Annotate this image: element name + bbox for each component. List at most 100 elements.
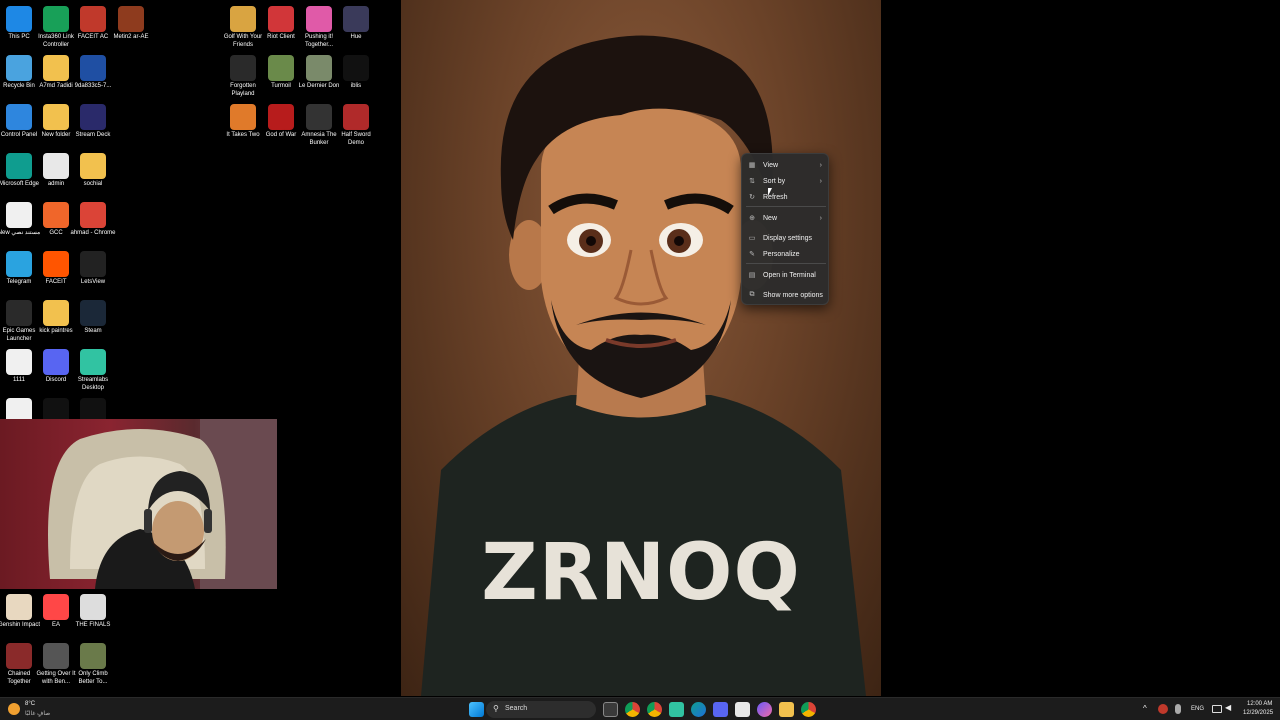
taskbar-chrome-3-icon[interactable]	[801, 702, 816, 717]
discord-icon	[43, 349, 69, 375]
desktop-icon-label: Metin2 ar-AE	[113, 34, 149, 40]
epic-games-icon	[230, 55, 256, 81]
desktop-icon[interactable]: THE FINALS	[74, 592, 112, 630]
desktop-icon[interactable]: God of War	[262, 102, 300, 140]
search-icon: ⚲	[493, 704, 499, 713]
start-windows-icon[interactable]	[469, 702, 484, 717]
le-dernier-don-icon	[306, 55, 332, 81]
iblis-icon	[343, 55, 369, 81]
taskbar: 8°C صافٍ غالبًا ⚲ Search ^ ENG ◀ 12:00 A…	[0, 697, 1280, 720]
desktop-icon[interactable]: Stream Deck	[74, 102, 112, 140]
webcam-overlay	[0, 419, 277, 589]
desktop-icon[interactable]: LetsView	[74, 249, 112, 287]
desktop[interactable]: ZRNOQ This PC Insta360 Link Controller FAC…	[0, 0, 1280, 696]
god-of-war-icon	[268, 104, 294, 130]
menu-item-show-more-options[interactable]: ⧉ Show more options	[746, 288, 826, 302]
taskbar-edge-icon[interactable]	[691, 702, 706, 717]
brush-icon: ✎	[749, 251, 755, 258]
taskbar-copilot-icon[interactable]	[757, 702, 772, 717]
taskbar-chrome-2-icon[interactable]	[647, 702, 662, 717]
document-icon	[43, 153, 69, 179]
hue-game-icon	[343, 6, 369, 32]
taskbar-store-icon[interactable]	[735, 702, 750, 717]
desktop-icon-label: Hue	[350, 34, 362, 40]
weather-desc[interactable]: صافٍ غالبًا	[25, 710, 50, 717]
tray-network-icon[interactable]	[1212, 705, 1222, 713]
desktop-icon-label: Only Climb Better To...	[78, 671, 108, 685]
desktop-icon[interactable]: Streamlabs Desktop	[74, 347, 112, 392]
desktop-icon[interactable]: It Takes Two	[224, 102, 262, 140]
desktop-icon[interactable]: Epic Games Launcher	[0, 298, 38, 343]
tray-date[interactable]: 12/29/2025	[1243, 710, 1273, 716]
desktop-icon[interactable]: ahmad - Chrome	[70, 200, 116, 238]
menu-item-label: Open in Terminal	[763, 271, 816, 279]
epic-games-icon	[6, 300, 32, 326]
sort-icon: ⇅	[749, 178, 755, 185]
webcam-feed-image	[48, 419, 277, 589]
chrome-icon	[80, 202, 106, 228]
half-sword-icon	[343, 104, 369, 130]
desktop-context-menu: ▦ View › ⇅ Sort by › ↻ Refresh ⊕ New › ▭ Display set…	[741, 153, 829, 305]
menu-item-sort-by[interactable]: ⇅ Sort by ›	[746, 174, 826, 188]
desktop-icon[interactable]: sochial	[74, 151, 112, 189]
desktop-icon-label: Streamlabs Desktop	[77, 377, 109, 391]
menu-item-personalize[interactable]: ✎ Personalize	[746, 247, 826, 261]
tray-language[interactable]: ENG	[1191, 706, 1204, 712]
taskbar-search-box[interactable]: ⚲ Search	[486, 701, 596, 718]
chevron-right-icon: ›	[819, 177, 822, 185]
steam-icon	[80, 300, 106, 326]
desktop-icon[interactable]: Only Climb Better To...	[74, 641, 112, 686]
tray-app-icon[interactable]	[1158, 704, 1168, 714]
faceit-icon	[43, 251, 69, 277]
it-takes-two-icon	[230, 104, 256, 130]
golf-game-icon	[230, 6, 256, 32]
tray-mic-icon[interactable]	[1175, 704, 1181, 714]
taskbar-discord-icon[interactable]	[713, 702, 728, 717]
menu-item-label: Personalize	[763, 250, 800, 258]
taskbar-file-explorer-icon[interactable]	[779, 702, 794, 717]
gcc-icon	[43, 202, 69, 228]
desktop-icon-label: Stream Deck	[75, 132, 111, 138]
menu-item-refresh[interactable]: ↻ Refresh	[746, 190, 826, 204]
tray-volume-icon[interactable]: ◀	[1225, 703, 1231, 712]
desktop-icon-label: 9da833c5-7...	[74, 83, 112, 89]
wallpaper: ZRNOQ	[401, 0, 881, 696]
desktop-icon[interactable]: Metin2 ar-AE	[112, 4, 150, 42]
desktop-icon[interactable]: 9da833c5-7...	[74, 53, 112, 91]
only-climb-icon	[80, 643, 106, 669]
paypal-file-icon	[80, 55, 106, 81]
desktop-icon-label: Half Sword Demo	[341, 132, 371, 146]
task-view-icon[interactable]	[603, 702, 618, 717]
desktop-icon[interactable]: FACEIT AC	[74, 4, 112, 42]
weather-temp[interactable]: 8°C	[25, 701, 35, 707]
desktop-icon[interactable]: Half Sword Demo	[337, 102, 375, 147]
desktop-icon-label: THE FINALS	[75, 622, 111, 628]
desktop-icon[interactable]: Insta360 Link Controller	[37, 4, 75, 49]
desktop-icon[interactable]: Turmoil	[262, 53, 300, 91]
streamlabs-icon	[80, 349, 106, 375]
new-plus-icon: ⊕	[749, 215, 755, 222]
menu-item-open-in-terminal[interactable]: ▤ Open in Terminal	[746, 268, 826, 282]
desktop-icon[interactable]: Pushing it! Together...	[300, 4, 338, 49]
desktop-icon[interactable]: Golf With Your Friends	[224, 4, 262, 49]
the-finals-icon	[80, 594, 106, 620]
amnesia-icon	[306, 104, 332, 130]
desktop-icon[interactable]: Hue	[337, 4, 375, 42]
desktop-icon[interactable]: iblis	[337, 53, 375, 91]
desktop-icon[interactable]: Steam	[74, 298, 112, 336]
taskbar-chrome-icon[interactable]	[625, 702, 640, 717]
desktop-icon[interactable]: Forgotten Playland	[224, 53, 262, 98]
taskbar-streamlabs-icon[interactable]	[669, 702, 684, 717]
weather-icon[interactable]	[8, 703, 20, 715]
menu-item-view[interactable]: ▦ View ›	[746, 158, 826, 172]
desktop-icon[interactable]: Riot Client	[262, 4, 300, 42]
letsview-icon	[80, 251, 106, 277]
tray-time[interactable]: 12:00 AM	[1247, 701, 1272, 707]
folder-icon	[43, 104, 69, 130]
grid-icon: ▦	[748, 162, 756, 169]
menu-item-label: View	[763, 161, 779, 169]
tray-chevron-icon[interactable]: ^	[1143, 704, 1147, 713]
menu-item-display-settings[interactable]: ▭ Display settings	[746, 231, 826, 245]
menu-item-new[interactable]: ⊕ New ›	[746, 211, 826, 225]
menu-item-label: Display settings	[763, 234, 813, 242]
